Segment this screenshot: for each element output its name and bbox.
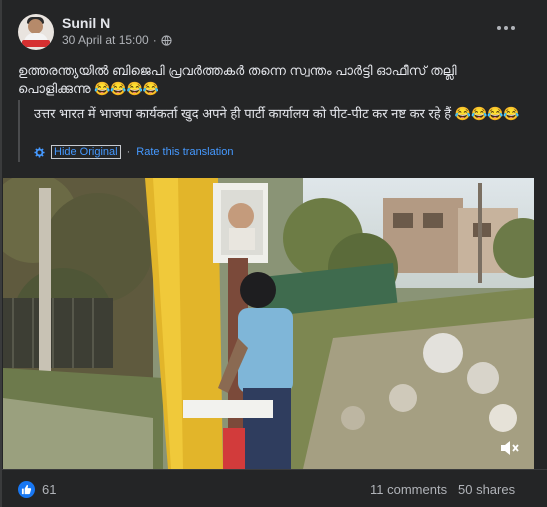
- author-name[interactable]: Sunil N: [62, 15, 110, 31]
- comments-count[interactable]: 11 comments: [370, 482, 447, 497]
- more-options-button[interactable]: [494, 18, 518, 38]
- gear-icon[interactable]: [34, 146, 45, 158]
- timestamp[interactable]: 30 April at 15:00: [62, 33, 149, 47]
- post-meta: 30 April at 15:00 ·: [62, 33, 172, 47]
- globe-icon: [161, 34, 172, 46]
- meta-separator: ·: [152, 33, 157, 47]
- shares-count[interactable]: 50 shares: [458, 482, 515, 497]
- translation-actions: Hide Original · Rate this translation: [34, 145, 233, 159]
- footer-divider: [0, 469, 547, 470]
- translation-text: उत्तर भारत में भाजपा कार्यकर्ता खुद अपने…: [34, 106, 520, 121]
- post-text: ഉത്തരന്ത്യയിൽ ബിജെപി പ്രവർത്തകർ തന്നെ സ്…: [18, 63, 457, 96]
- translation-quote-bar: [18, 100, 20, 162]
- video-frame: [3, 178, 534, 469]
- avatar[interactable]: [18, 14, 54, 50]
- card-border: [0, 0, 2, 507]
- post-card: Sunil N 30 April at 15:00 · ഉത്തരന്ത്യയി…: [0, 0, 547, 507]
- video-player[interactable]: [3, 178, 534, 469]
- like-count[interactable]: 61: [42, 482, 56, 497]
- rate-translation-link[interactable]: Rate this translation: [136, 146, 233, 158]
- speaker-muted-icon[interactable]: [498, 437, 520, 459]
- hide-original-link[interactable]: Hide Original: [51, 145, 121, 159]
- like-reaction-icon[interactable]: [18, 481, 35, 498]
- thumbs-up-icon: [21, 484, 32, 495]
- translation-separator: ·: [126, 146, 131, 158]
